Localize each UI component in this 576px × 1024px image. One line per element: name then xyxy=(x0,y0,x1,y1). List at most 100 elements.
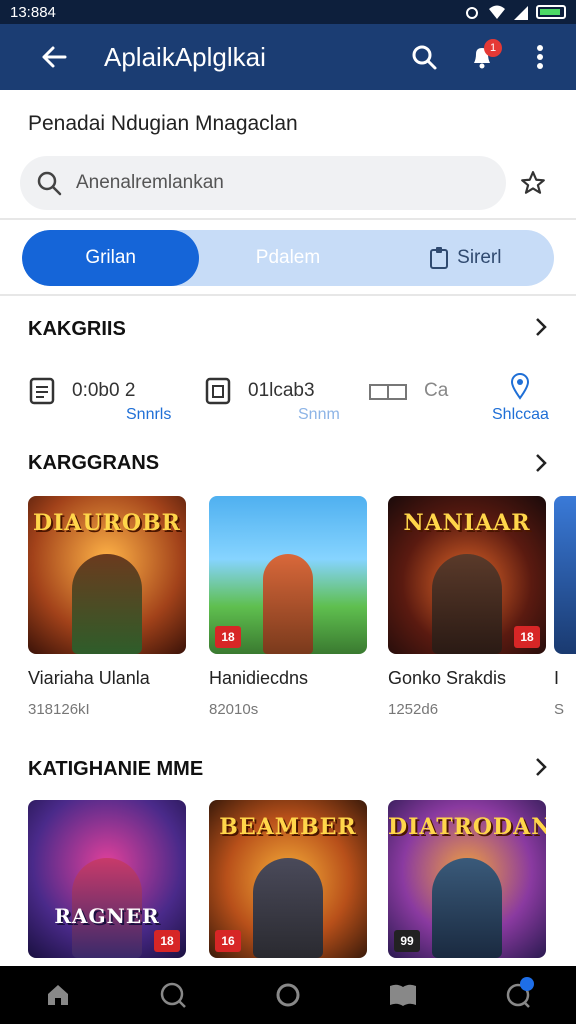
game-size: 82010s xyxy=(209,701,259,718)
game-thumbnail: BEAMBER 16 xyxy=(209,800,367,958)
stat-value: 01lcab3 xyxy=(248,380,315,401)
alarm-icon xyxy=(466,7,478,19)
search-button[interactable] xyxy=(404,37,444,77)
game-thumbnail: 18 xyxy=(209,496,367,654)
notification-badge: 1 xyxy=(484,39,502,57)
character-figure xyxy=(253,858,323,958)
stat-value: 0:0b0 2 xyxy=(72,380,136,401)
document-icon xyxy=(29,377,55,405)
game-art-title: DIAUROBR xyxy=(33,510,181,536)
nav-home-circle[interactable] xyxy=(268,975,308,1015)
home-icon xyxy=(47,985,68,1005)
divider xyxy=(0,218,576,220)
circle-icon xyxy=(276,983,300,1007)
back-arrow-icon xyxy=(42,46,67,68)
section-title-more: KATIGHANIE MME xyxy=(28,758,204,780)
age-rating: 18 xyxy=(154,930,180,952)
search-icon xyxy=(160,982,186,1008)
search-placeholder: Anenalremlankan xyxy=(76,172,224,193)
app-bar: AplaikAplglkai 1 xyxy=(0,24,576,90)
search-icon xyxy=(37,171,62,196)
game-card[interactable]: DIAUROBR Viariaha Ulanla 318126kI xyxy=(28,496,186,718)
tab-pdalem[interactable]: Pdalem xyxy=(199,230,376,286)
game-name: I xyxy=(554,668,560,688)
stat-item[interactable]: Ca xyxy=(368,376,448,406)
character-figure xyxy=(432,554,502,654)
game-size: 318126kI xyxy=(28,701,90,718)
stat-value: Ca xyxy=(424,380,449,401)
game-art-title: DIATRODAN xyxy=(388,814,546,840)
notifications-button[interactable]: 1 xyxy=(462,37,502,77)
clipboard-icon xyxy=(430,247,449,269)
display-icon xyxy=(369,384,407,400)
game-thumbnail: RAGNER 18 xyxy=(28,800,186,958)
game-card[interactable]: BEAMBER 16 xyxy=(209,800,367,958)
game-name: Hanidiecdns xyxy=(209,668,309,688)
featured-carousel: DIAUROBR Viariaha Ulanla 318126kI 18 Han… xyxy=(28,496,576,726)
game-thumbnail: NANIAAR 18 xyxy=(388,496,546,654)
chevron-right-icon[interactable] xyxy=(534,756,548,778)
age-rating: 99 xyxy=(394,930,420,952)
storage-icon xyxy=(205,377,231,405)
nav-search[interactable] xyxy=(153,975,193,1015)
tab-label: Sirerl xyxy=(457,247,502,268)
character-figure xyxy=(72,554,142,654)
stat-item[interactable]: 01lcab3 xyxy=(204,376,315,406)
game-size: S xyxy=(554,701,565,718)
search-icon xyxy=(412,45,437,70)
game-size: 1252d6 xyxy=(388,701,439,718)
age-rating: 18 xyxy=(514,626,540,648)
game-thumbnail xyxy=(554,496,576,654)
search-row: Anenalremlankan xyxy=(20,156,560,210)
game-thumbnail: DIATRODAN 99 xyxy=(388,800,546,958)
back-button[interactable] xyxy=(34,37,74,77)
game-card[interactable]: 18 Hanidiecdns 82010s xyxy=(209,496,367,718)
status-icons xyxy=(464,4,566,20)
bottom-navigation xyxy=(0,966,576,1024)
stat-label: Shlccaa xyxy=(492,406,549,423)
more-carousel: RAGNER 18 BEAMBER 16 DIATRODAN 99 xyxy=(28,800,576,960)
star-icon xyxy=(521,171,545,194)
nav-home[interactable] xyxy=(38,975,78,1015)
signal-icon xyxy=(514,6,528,20)
nav-library[interactable] xyxy=(383,975,423,1015)
tab-bar: Grilan Pdalem Sirerl xyxy=(22,230,554,286)
tab-label: Pdalem xyxy=(255,247,321,268)
character-figure xyxy=(432,858,502,958)
nav-profile[interactable] xyxy=(498,975,538,1015)
game-name: Viariaha Ulanla xyxy=(28,668,150,688)
chevron-right-icon[interactable] xyxy=(534,316,548,338)
battery-icon xyxy=(536,5,566,19)
stat-item[interactable]: 0:0b0 2 xyxy=(28,376,135,406)
chevron-right-icon[interactable] xyxy=(534,452,548,474)
character-figure xyxy=(263,554,313,654)
wifi-icon xyxy=(489,5,505,19)
section-title-featured: KARGGRANS xyxy=(28,452,160,474)
tab-sirerl[interactable]: Sirerl xyxy=(377,230,554,286)
section-title-stats: KAKGRIIS xyxy=(28,318,126,340)
age-rating: 18 xyxy=(215,626,241,648)
game-thumbnail: DIAUROBR xyxy=(28,496,186,654)
stat-label: Snnm xyxy=(298,406,340,423)
game-card[interactable]: RAGNER 18 xyxy=(28,800,186,958)
status-bar: 13:884 xyxy=(0,0,576,24)
game-art-title: BEAMBER xyxy=(219,814,357,840)
more-vert-icon xyxy=(537,45,543,69)
favorite-button[interactable] xyxy=(506,156,560,210)
location-pin-icon xyxy=(510,373,530,400)
tab-label: Grilan xyxy=(85,247,136,268)
game-card[interactable]: NANIAAR 18 Gonko Srakdis 1252d6 xyxy=(388,496,546,718)
status-time: 13:884 xyxy=(10,3,56,21)
age-rating: 16 xyxy=(215,930,241,952)
divider xyxy=(0,294,576,296)
tab-grilan[interactable]: Grilan xyxy=(22,230,200,286)
game-card[interactable]: DIATRODAN 99 xyxy=(388,800,546,958)
more-options-button[interactable] xyxy=(520,37,560,77)
game-card[interactable]: I S xyxy=(554,496,576,718)
app-title: AplaikAplglkai xyxy=(104,41,266,72)
stat-label: Snnrls xyxy=(126,406,172,423)
search-input[interactable]: Anenalremlankan xyxy=(20,156,506,210)
stats-row: 0:0b0 2 Snnrls 01lcab3 Snnm Ca Shlccaa xyxy=(28,368,558,428)
book-icon xyxy=(390,984,417,1006)
game-name: Gonko Srakdis xyxy=(388,668,507,688)
